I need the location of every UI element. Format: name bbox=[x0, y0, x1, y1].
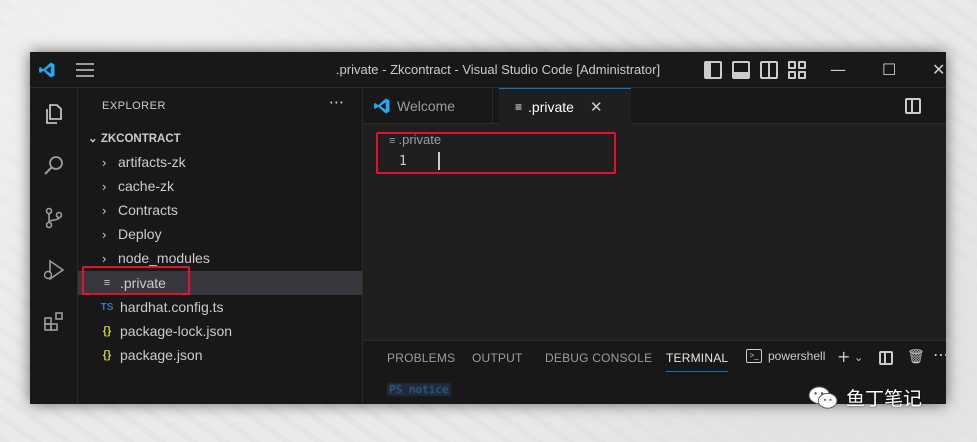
json-file-icon: {} bbox=[102, 349, 112, 361]
tree-file-package-lock[interactable]: {} package-lock.json bbox=[78, 319, 362, 343]
close-tab-icon[interactable]: ✕ bbox=[590, 98, 603, 116]
toggle-panel-icon[interactable] bbox=[732, 61, 750, 79]
customize-layout-icon[interactable] bbox=[788, 61, 806, 79]
chevron-right-icon: › bbox=[102, 202, 107, 218]
tree-item-label: hardhat.config.ts bbox=[120, 299, 224, 315]
tree-item-label: artifacts-zk bbox=[118, 154, 186, 170]
search-icon[interactable] bbox=[42, 154, 66, 178]
minimize-button[interactable]: — bbox=[830, 60, 846, 79]
highlight-box-file bbox=[82, 266, 190, 295]
tab-label: Welcome bbox=[397, 98, 456, 114]
menu-icon[interactable] bbox=[76, 63, 94, 77]
title-bar: .private - Zkcontract - Visual Studio Co… bbox=[30, 52, 946, 88]
toggle-sidebar-icon[interactable] bbox=[704, 61, 722, 79]
vscode-window: .private - Zkcontract - Visual Studio Co… bbox=[30, 52, 946, 404]
workspace-root-label: ZKCONTRACT bbox=[100, 133, 181, 145]
explorer-more-actions[interactable]: ··· bbox=[329, 93, 344, 112]
chevron-right-icon: › bbox=[102, 178, 107, 194]
tree-folder-cache-zk[interactable]: › cache-zk bbox=[78, 174, 362, 198]
extensions-icon[interactable] bbox=[42, 310, 66, 334]
chevron-right-icon: › bbox=[102, 250, 107, 266]
typescript-file-icon: TS bbox=[100, 301, 114, 313]
shell-label: powershell bbox=[768, 349, 826, 363]
tree-item-label: package.json bbox=[120, 347, 203, 363]
tree-folder-deploy[interactable]: › Deploy bbox=[78, 222, 362, 246]
tree-file-package-json[interactable]: {} package.json bbox=[78, 343, 362, 367]
activity-bar bbox=[30, 88, 78, 404]
tab-welcome[interactable]: Welcome bbox=[363, 88, 493, 124]
panel-tab-debug-console[interactable]: DEBUG CONSOLE bbox=[545, 351, 652, 365]
chevron-right-icon: › bbox=[102, 154, 107, 170]
panel-tab-terminal[interactable]: TERMINAL bbox=[666, 351, 729, 372]
terminal-shell-selector[interactable]: >_ powershell bbox=[746, 349, 825, 363]
close-window-button[interactable]: ✕ bbox=[932, 60, 945, 79]
watermark: 鱼丁笔记 bbox=[808, 384, 922, 411]
vscode-logo-icon bbox=[374, 98, 390, 114]
panel-tab-output[interactable]: OUTPUT bbox=[472, 351, 523, 365]
split-terminal-icon[interactable] bbox=[879, 351, 893, 365]
wechat-icon bbox=[808, 385, 838, 409]
chevron-down-icon: ⌄ bbox=[88, 133, 101, 145]
trash-icon[interactable]: 🗑 bbox=[907, 349, 925, 365]
workspace-root[interactable]: ⌄ ZKCONTRACT bbox=[88, 131, 181, 145]
tree-file-hardhat-config[interactable]: TS hardhat.config.ts bbox=[78, 295, 362, 319]
highlight-box-editor bbox=[376, 132, 616, 174]
explorer-header: EXPLORER bbox=[102, 100, 166, 112]
watermark-text: 鱼丁笔记 bbox=[846, 388, 923, 410]
more-actions-icon[interactable]: ⋯ bbox=[933, 345, 946, 364]
vscode-logo-icon bbox=[39, 62, 55, 78]
explorer-icon[interactable] bbox=[42, 102, 66, 126]
json-file-icon: {} bbox=[102, 325, 112, 337]
tree-item-label: Contracts bbox=[118, 202, 178, 218]
tab-label: .private bbox=[528, 98, 574, 115]
terminal-icon: >_ bbox=[746, 349, 762, 363]
chevron-right-icon: › bbox=[102, 226, 107, 242]
run-debug-icon[interactable] bbox=[42, 258, 66, 282]
window-title: .private - Zkcontract - Visual Studio Co… bbox=[335, 62, 661, 77]
tree-item-label: node_modules bbox=[118, 250, 210, 266]
panel-tab-problems[interactable]: PROBLEMS bbox=[387, 351, 455, 365]
tab-private[interactable]: ≡ .private ✕ bbox=[499, 88, 631, 124]
editor-tabs: Welcome ≡ .private ✕ bbox=[363, 88, 946, 124]
terminal-output: PS notice bbox=[387, 383, 451, 396]
text-file-icon: ≡ bbox=[515, 99, 523, 114]
tree-item-label: package-lock.json bbox=[120, 323, 233, 339]
tree-folder-contracts[interactable]: › Contracts bbox=[78, 198, 362, 222]
toggle-secondary-sidebar-icon[interactable] bbox=[760, 61, 778, 79]
explorer-sidebar: EXPLORER ··· ⌄ ZKCONTRACT › artifacts-zk… bbox=[78, 88, 363, 404]
tree-item-label: Deploy bbox=[118, 226, 162, 242]
tree-folder-artifacts-zk[interactable]: › artifacts-zk bbox=[78, 150, 362, 174]
new-terminal-icon[interactable]: + bbox=[837, 347, 850, 366]
split-editor-icon[interactable] bbox=[905, 98, 921, 114]
chevron-down-icon[interactable]: ⌄ bbox=[854, 351, 863, 364]
source-control-icon[interactable] bbox=[42, 206, 66, 230]
tree-item-label: cache-zk bbox=[118, 178, 175, 194]
layout-controls bbox=[704, 61, 806, 79]
maximize-button[interactable]: ☐ bbox=[882, 60, 896, 79]
